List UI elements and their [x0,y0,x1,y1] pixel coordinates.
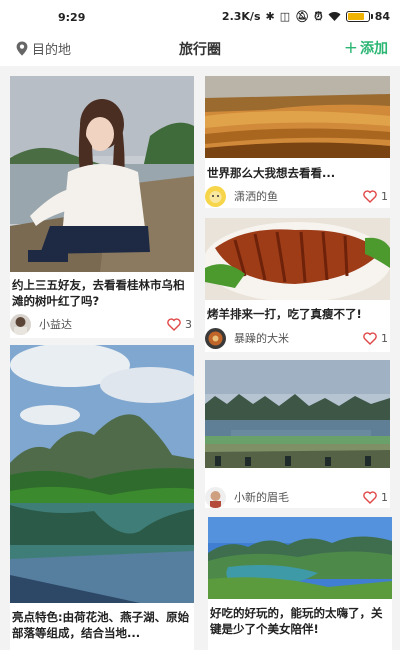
avatar[interactable] [205,486,226,508]
post-card[interactable]: 小新的眉毛 1 [205,360,390,508]
post-image [10,345,194,603]
avatar[interactable] [205,327,226,349]
heart-icon [363,490,377,504]
add-label: 添加 [360,41,388,57]
post-card[interactable]: 亮点特色:由荷花池、燕子湖、原始部落等组成，结合当地... [10,345,194,650]
like-button[interactable]: 1 [363,491,388,504]
post-card[interactable]: 约上三五好友，去看看桂林市乌桕滩的树叶红了吗? 小益达 3 [10,76,194,338]
post-image [208,517,392,599]
status-bar: 9:29 2.3K/s ✱ ◫ 🔕︎ ⏰︎ 84 [0,0,400,36]
post-title: 世界那么大我想去看看... [207,166,336,180]
post-image [10,76,194,272]
avatar[interactable] [205,185,226,207]
battery-percent: 84 [374,10,390,23]
add-button[interactable]: + 添加 [344,38,388,58]
post-title: 烤羊排来一打，吃了真瘦不了! [207,307,362,321]
network-speed: 2.3K/s [221,10,261,23]
post-card[interactable]: 烤羊排来一打，吃了真瘦不了! 暴躁的大米 1 [205,218,390,352]
nfc-icon: ◫ [279,10,291,23]
plus-icon: + [343,38,358,58]
like-count: 1 [381,189,388,203]
status-time: 9:29 [58,11,86,24]
post-image [205,360,390,468]
bluetooth-icon: ✱ [265,10,275,23]
like-button[interactable]: 1 [363,190,388,203]
post-card[interactable]: 世界那么大我想去看看... 潇洒的鱼 1 [205,76,390,208]
post-title: 约上三五好友，去看看桂林市乌桕滩的树叶红了吗? [12,278,185,308]
like-button[interactable]: 3 [167,318,192,331]
username[interactable]: 潇洒的鱼 [234,188,363,204]
username[interactable]: 小益达 [39,316,167,332]
page-title: 旅行圈 [179,42,221,58]
battery-icon [345,11,373,22]
post-card[interactable]: 好吃的好玩的，能玩的太嗨了，关键是少了个美女陪伴! [208,517,392,650]
post-title: 好吃的好玩的，能玩的太嗨了，关键是少了个美女陪伴! [210,606,383,636]
like-button[interactable]: 1 [363,332,388,345]
post-image [205,218,390,300]
post-meta: 暴躁的大米 1 [205,327,390,349]
like-count: 3 [185,317,192,331]
top-bar: 目的地 旅行圈 + 添加 [0,36,400,66]
avatar[interactable] [10,313,31,335]
username[interactable]: 小新的眉毛 [234,489,363,505]
post-meta: 小新的眉毛 1 [205,486,390,508]
like-count: 1 [381,490,388,504]
like-count: 1 [381,331,388,345]
post-title: 亮点特色:由荷花池、燕子湖、原始部落等组成，结合当地... [12,610,190,640]
wifi-icon [328,12,341,21]
alarm-icon: ⏰︎ [314,10,323,23]
heart-icon [167,317,181,331]
username[interactable]: 暴躁的大米 [234,330,363,346]
heart-icon [363,331,377,345]
status-icons: 2.3K/s ✱ ◫ 🔕︎ ⏰︎ 84 [222,10,390,23]
mute-icon: 🔕︎ [295,10,310,23]
heart-icon [363,189,377,203]
post-meta: 小益达 3 [10,313,194,335]
post-image [205,76,390,158]
post-meta: 潇洒的鱼 1 [205,185,390,207]
